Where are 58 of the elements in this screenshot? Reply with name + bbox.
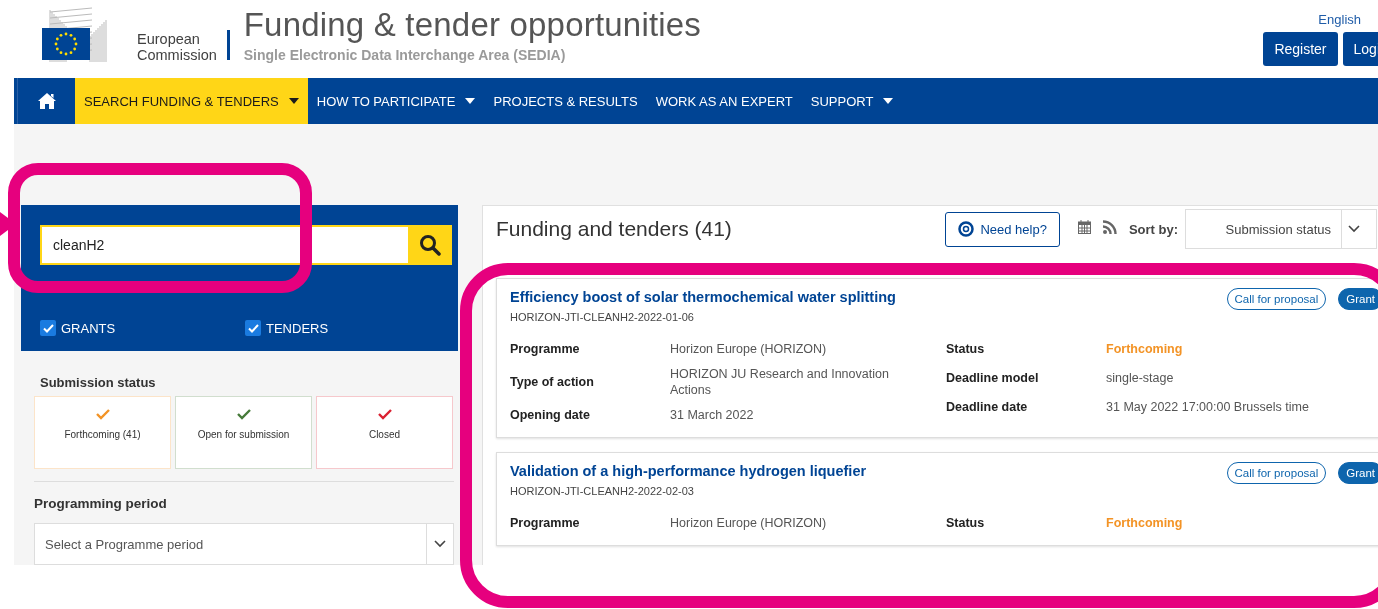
- type-tag: Call for proposal: [1226, 462, 1327, 484]
- status-filter[interactable]: Open for submission: [175, 396, 312, 469]
- field-value: 31 May 2022 17:00:00 Brussels time: [1106, 399, 1309, 415]
- field-label: Status: [946, 516, 986, 530]
- nav-tab[interactable]: WORK AS AN EXPERT: [646, 78, 802, 124]
- field-value: single-stage: [1106, 370, 1175, 386]
- home-icon: [36, 92, 57, 110]
- type-tag: Call for proposal: [1226, 288, 1327, 310]
- field-label: Type of action: [510, 375, 595, 389]
- status-filter[interactable]: Forthcoming (41): [34, 396, 171, 469]
- register-button[interactable]: Register: [1263, 32, 1338, 66]
- field-value: Horizon Europe (HORIZON): [670, 341, 828, 357]
- checkbox[interactable]: [40, 320, 56, 336]
- checkbox[interactable]: [245, 320, 261, 336]
- site-title: Funding & tender opportunities: [243, 7, 702, 43]
- field-value: 31 March 2022: [670, 407, 755, 423]
- language-link[interactable]: English: [1318, 12, 1361, 27]
- field-label: Deadline date: [946, 400, 1029, 414]
- nav-tab[interactable]: SEARCH FUNDING & TENDERS: [75, 78, 308, 124]
- sort-select[interactable]: Submission status: [1185, 209, 1377, 249]
- login-button[interactable]: Logi: [1342, 32, 1378, 66]
- type-tag: Grant: [1338, 288, 1378, 310]
- nav-tab[interactable]: PROJECTS & RESULTS: [484, 78, 647, 124]
- chevron-down-icon: [1348, 225, 1360, 233]
- call-identifier: HORIZON-JTI-CLEANH2-2022-02-03: [510, 485, 695, 497]
- call-identifier: HORIZON-JTI-CLEANH2-2022-01-06: [510, 311, 695, 323]
- field-label: Opening date: [510, 408, 591, 422]
- field-value: HORIZON JU Research and Innovation Actions: [670, 366, 890, 398]
- field-value: Horizon Europe (HORIZON): [670, 515, 828, 531]
- rss-icon[interactable]: [1102, 220, 1117, 234]
- search-field[interactable]: cleanH2: [40, 225, 408, 265]
- calendar-icon[interactable]: [1077, 220, 1091, 234]
- field-label: Programme: [510, 342, 581, 356]
- help-button[interactable]: Need help?: [945, 211, 1060, 247]
- field-label: Deadline model: [946, 371, 1040, 385]
- field-value: Forthcoming: [1106, 515, 1183, 531]
- checkbox-label: GRANTS: [61, 320, 116, 336]
- lifebuoy-icon: [958, 221, 975, 237]
- result-title-link[interactable]: Efficiency boost of solar thermochemical water splitting: [510, 289, 1227, 305]
- results-title: Funding and tenders (41): [496, 217, 733, 241]
- search-button[interactable]: [408, 225, 452, 265]
- sort-label: Sort by:: [1128, 221, 1178, 237]
- nav-tab[interactable]: SUPPORT: [801, 78, 903, 124]
- field-value: Forthcoming: [1106, 341, 1184, 357]
- logo-text: European Commission: [137, 31, 217, 63]
- status-filter[interactable]: Closed: [316, 396, 453, 469]
- type-tag: Grant: [1338, 462, 1378, 484]
- site-subtitle: Single Electronic Data Interchange Area (SEDIA): [243, 47, 567, 63]
- checkbox-label: TENDERS: [266, 320, 329, 336]
- field-label: Programme: [510, 516, 581, 530]
- search-icon: [419, 234, 441, 256]
- filter-heading: Submission status: [40, 375, 157, 390]
- field-label: Status: [946, 342, 986, 356]
- result-title-link[interactable]: Validation of a high-performance hydrogen liquefier: [510, 463, 1227, 479]
- chevron-down-icon: [434, 540, 446, 548]
- nav-tab[interactable]: HOW TO PARTICIPATE: [307, 78, 485, 124]
- programme-period-select[interactable]: Select a Programme period: [34, 523, 454, 565]
- filter-heading: Programming period: [34, 496, 168, 511]
